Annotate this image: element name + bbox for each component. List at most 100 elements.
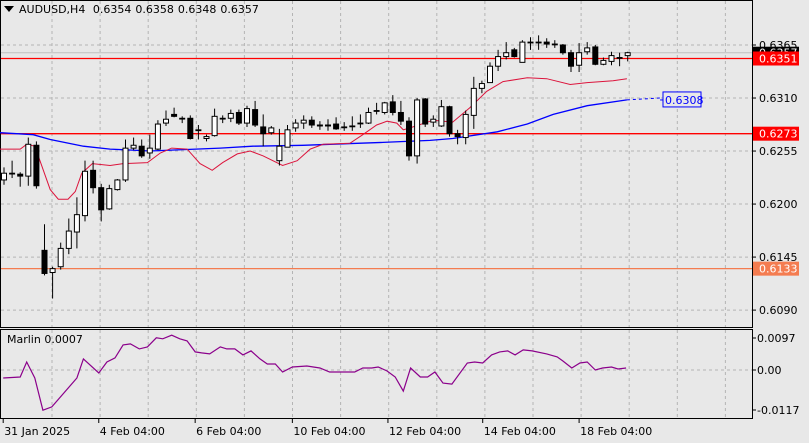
bearish-candle	[454, 133, 461, 138]
bullish-candle	[9, 172, 16, 175]
bearish-candle	[260, 126, 267, 135]
price-axis-label: 0.6200	[759, 198, 798, 211]
level-price-label: 0.6133	[759, 263, 798, 276]
bearish-candle	[422, 98, 429, 125]
time-axis-label: 31 Jan 2025	[4, 425, 70, 438]
high-value: 0.6358	[135, 3, 174, 16]
time-axis-label: 6 Feb 04:00	[196, 425, 261, 438]
bullish-candle	[373, 110, 380, 112]
bullish-candle	[179, 117, 186, 120]
bullish-candle	[219, 117, 226, 120]
bullish-candle	[49, 268, 56, 274]
time-axis-label: 18 Feb 04:00	[580, 425, 652, 438]
bullish-candle	[73, 214, 80, 233]
bullish-candle	[211, 115, 218, 137]
symbol-timeframe: AUDUSD,H4	[19, 3, 86, 16]
time-axis-label: 10 Feb 04:00	[293, 425, 365, 438]
bearish-candle	[325, 124, 331, 127]
bullish-candle	[268, 127, 275, 134]
bullish-candle	[195, 129, 202, 132]
bearish-candle	[17, 173, 24, 177]
ma-value-label: 0.6308	[665, 94, 704, 107]
close-value: 0.6357	[220, 3, 259, 16]
bearish-candle	[187, 117, 194, 140]
bullish-candle	[535, 41, 542, 44]
main-price-panel[interactable]	[0, 0, 753, 328]
bullish-candle	[527, 41, 534, 44]
bullish-candle	[470, 87, 477, 116]
bullish-candle	[495, 56, 502, 67]
bullish-candle	[227, 112, 234, 119]
low-value: 0.6348	[177, 3, 217, 16]
time-axis-label: 4 Feb 04:00	[100, 425, 165, 438]
bearish-candle	[559, 44, 566, 54]
bullish-candle	[82, 170, 88, 217]
bullish-candle	[203, 136, 210, 140]
bullish-candle	[25, 143, 32, 177]
bullish-candle	[244, 108, 250, 124]
bearish-candle	[171, 113, 178, 117]
bullish-candle	[438, 106, 445, 127]
oscillator-panel[interactable]	[0, 329, 753, 419]
bullish-candle	[365, 111, 372, 124]
bearish-candle	[568, 52, 574, 67]
chart-header: AUDUSD,H4 0.6354 0.6358 0.6348 0.6357	[4, 3, 263, 16]
bullish-candle	[1, 172, 7, 181]
bullish-candle	[381, 102, 388, 113]
price-axis-label: 0.6090	[759, 304, 798, 317]
bearish-candle	[446, 106, 453, 135]
bullish-candle	[146, 147, 153, 154]
bullish-candle	[130, 144, 137, 149]
bullish-candle	[608, 55, 615, 62]
bullish-candle	[276, 145, 283, 162]
bullish-candle	[341, 126, 348, 129]
bearish-candle	[406, 120, 412, 157]
bearish-candle	[333, 123, 340, 130]
open-value: 0.6354	[92, 3, 132, 16]
bearish-candle	[511, 49, 518, 58]
bullish-candle	[478, 83, 485, 89]
dropdown-triangle-icon[interactable]	[4, 6, 14, 12]
bullish-candle	[114, 179, 121, 191]
bullish-candle	[584, 47, 591, 53]
bullish-candle	[65, 230, 72, 249]
bullish-candle	[300, 119, 307, 124]
bullish-candle	[462, 113, 469, 139]
bearish-candle	[33, 144, 40, 187]
bearish-candle	[389, 101, 396, 113]
oscillator-axis-label: -0.0117	[757, 404, 799, 417]
bullish-candle	[414, 99, 421, 157]
bullish-candle	[576, 52, 583, 66]
bullish-candle	[154, 123, 161, 150]
bearish-candle	[316, 124, 323, 127]
bullish-candle	[284, 129, 291, 148]
time-axis-label: 14 Feb 04:00	[484, 425, 556, 438]
bullish-candle	[503, 52, 510, 58]
bullish-candle	[519, 41, 526, 63]
price-axis-label: 0.6310	[759, 92, 798, 105]
bullish-candle	[357, 122, 364, 125]
bearish-candle	[138, 145, 145, 157]
oscillator-axis-label: 0.0097	[757, 332, 796, 345]
bullish-candle	[106, 188, 113, 210]
bullish-candle	[292, 122, 299, 129]
bullish-candle	[163, 118, 169, 124]
oscillator-title: Marlin 0.0007	[7, 333, 83, 346]
bearish-candle	[235, 111, 242, 124]
bullish-candle	[122, 147, 129, 181]
bearish-candle	[543, 41, 550, 45]
bullish-candle	[624, 52, 631, 57]
bullish-candle	[600, 59, 607, 65]
bullish-candle	[616, 57, 623, 59]
time-axis-label: 12 Feb 04:00	[389, 425, 461, 438]
bullish-candle	[551, 43, 558, 46]
level-price-label: 0.6351	[759, 52, 798, 65]
bullish-candle	[487, 65, 493, 84]
bearish-candle	[252, 109, 259, 126]
bullish-candle	[430, 118, 437, 123]
oscillator-axis-label: 0.00	[757, 364, 782, 377]
bullish-candle	[57, 247, 64, 268]
trading-chart[interactable]: 0.6308 0.63650.63100.62550.62000.61450.6…	[0, 0, 809, 443]
bearish-candle	[308, 119, 315, 126]
bearish-candle	[98, 187, 105, 211]
